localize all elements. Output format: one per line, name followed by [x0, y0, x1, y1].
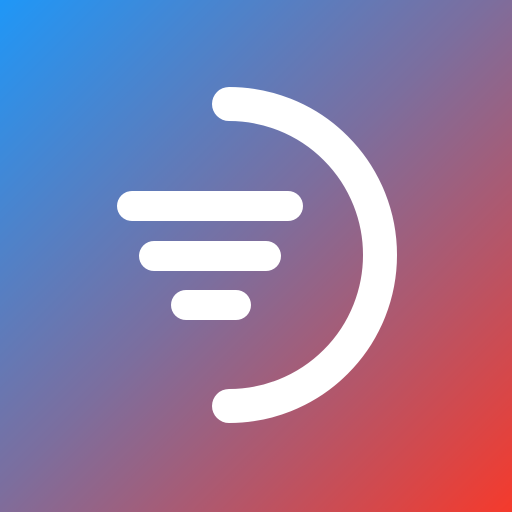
- app-icon-background: [0, 0, 512, 512]
- filter-arc-logo-icon: [117, 87, 397, 423]
